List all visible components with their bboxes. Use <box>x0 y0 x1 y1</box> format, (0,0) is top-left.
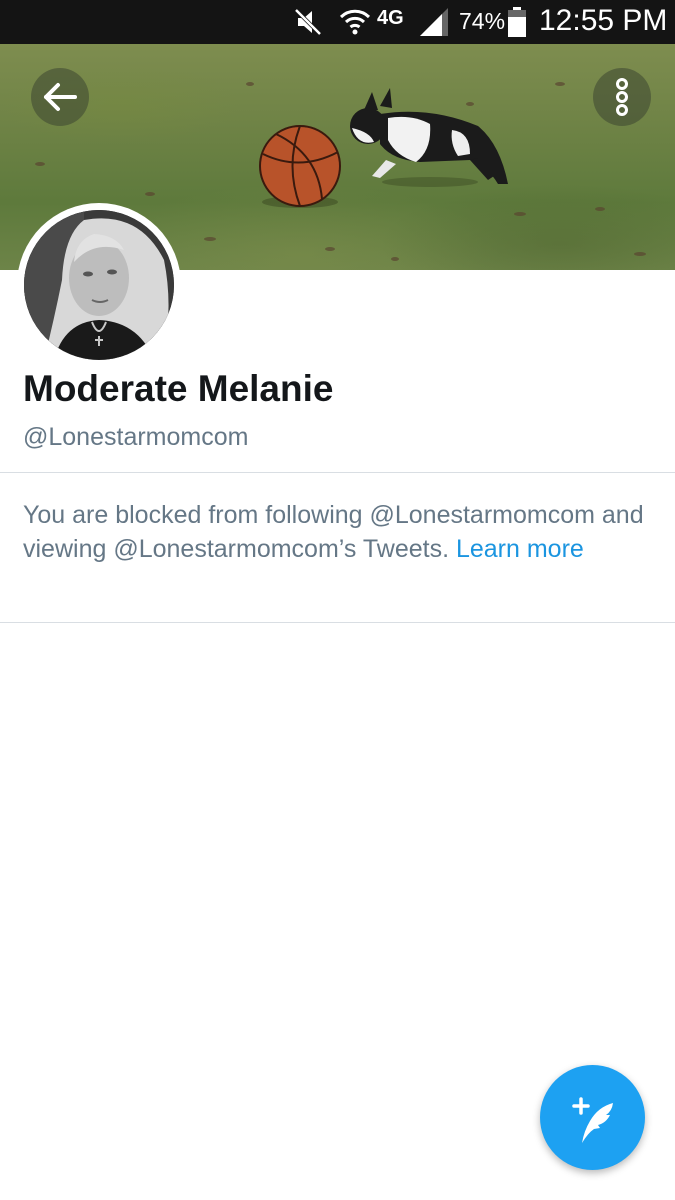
lte-icon: 4G <box>377 7 404 29</box>
compose-tweet-button[interactable] <box>540 1065 645 1170</box>
avatar-photo <box>24 210 174 360</box>
profile-handle: @Lonestarmomcom <box>23 423 249 451</box>
more-options-button[interactable] <box>593 68 651 126</box>
divider <box>0 622 675 623</box>
learn-more-link[interactable]: Learn more <box>456 535 584 563</box>
blocked-message: You are blocked from following @Lonestar… <box>23 498 648 566</box>
battery-percent: 74% <box>459 8 506 34</box>
profile-display-name: Moderate Melanie <box>23 368 334 409</box>
more-options-icon <box>616 78 628 116</box>
back-arrow-icon <box>44 83 77 111</box>
avatar[interactable] <box>17 203 181 367</box>
mute-icon <box>294 8 322 36</box>
back-button[interactable] <box>31 68 89 126</box>
status-bar: 4G 74% 12:55 PM <box>0 0 675 44</box>
divider <box>0 472 675 473</box>
wifi-icon <box>339 9 371 35</box>
compose-tweet-icon <box>572 1097 613 1143</box>
battery-icon <box>508 7 526 37</box>
signal-icon <box>420 8 448 36</box>
profile-photo <box>24 210 174 360</box>
status-time: 12:55 PM <box>539 4 668 37</box>
